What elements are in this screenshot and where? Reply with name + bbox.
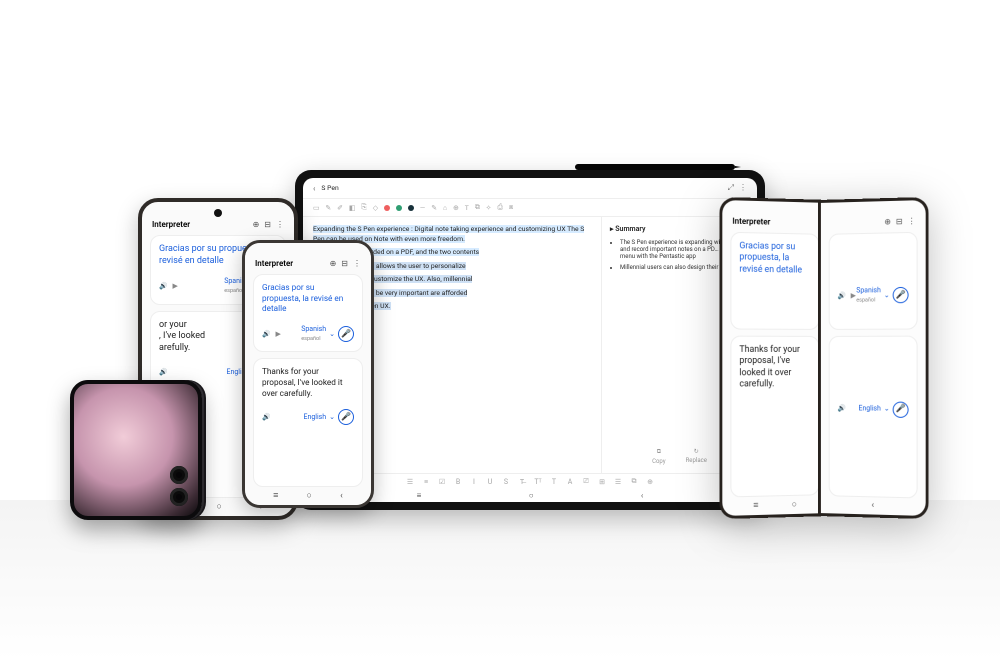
- mic-button[interactable]: 🎤: [893, 401, 909, 417]
- summary-title: Summary: [615, 225, 645, 233]
- layout-icon[interactable]: ⊟: [896, 217, 903, 226]
- source-lang-picker[interactable]: Spanish español ⌄ 🎤: [301, 325, 354, 343]
- nav-recent-icon: ≡: [417, 491, 422, 500]
- layout-icon[interactable]: ⊟: [341, 259, 348, 268]
- play-icon[interactable]: ▶: [276, 330, 281, 338]
- color-swatch-red[interactable]: [384, 205, 390, 211]
- source-text: Gracias por su propuesta, la revisé en d…: [739, 241, 810, 277]
- replace-button[interactable]: ↻ Replace: [686, 448, 707, 465]
- toolbar-icon: ⊕: [453, 204, 459, 212]
- toolbar-icon: T: [465, 204, 469, 212]
- source-card: Gracias por su propuesta, la revisé en d…: [730, 232, 819, 330]
- reflection-floor: [0, 500, 1000, 660]
- tablet-toolbar[interactable]: ▭ ✎ ✐ ◧ ⎘ ◇ — ✎ ⌂ ⊕ T ⧉ ✧ ⎙ ⧈: [303, 199, 757, 217]
- phone-navbar[interactable]: ≡ ○: [730, 495, 819, 511]
- toolbar-icon: ⧈: [509, 203, 513, 212]
- app-title: Interpreter: [152, 220, 190, 229]
- more-icon[interactable]: ⋮: [739, 183, 747, 193]
- nav-recent-icon: ≡: [273, 490, 278, 501]
- nav-back-icon: ‹: [641, 491, 643, 500]
- nav-home-icon: ○: [217, 501, 222, 512]
- target-lang-picker[interactable]: English ⌄ 🎤: [303, 409, 354, 425]
- phone-navbar[interactable]: ≡ ○ ‹: [253, 487, 363, 501]
- device-lineup: ‹ S Pen ⤢ ⋮ ▭ ✎ ✐ ◧ ⎘ ◇ — ✎ ⌂: [0, 0, 1000, 666]
- fold-phone-open: Interpreter Gracias por su propuesta, la…: [718, 200, 930, 516]
- app-title: Interpreter: [255, 259, 293, 268]
- chat-icon[interactable]: ⊕: [253, 220, 260, 229]
- pen-icon: ✎: [325, 204, 331, 212]
- highlighter-icon: ✐: [337, 204, 343, 212]
- target-text: Thanks for your proposal, I've looked it…: [262, 367, 354, 399]
- chevron-down-icon: ⌄: [884, 291, 890, 300]
- source-lang-picker[interactable]: Spanish español ⌄ 🎤: [856, 286, 908, 305]
- camera-module: [170, 466, 188, 506]
- mic-button[interactable]: 🎤: [338, 326, 354, 342]
- chevron-down-icon: ⌄: [329, 413, 335, 422]
- nav-recent-icon: ≡: [753, 500, 758, 511]
- copy-icon: ⧉: [657, 448, 661, 456]
- nav-home-icon: ○: [529, 491, 534, 500]
- more-icon[interactable]: ⋮: [276, 220, 284, 229]
- camera-lens-icon: [170, 466, 188, 484]
- color-swatch-dark[interactable]: [408, 205, 414, 211]
- speaker-icon[interactable]: 🔊: [262, 413, 270, 422]
- target-card-continuation: Thanks for your proposal, I've looked it…: [829, 336, 918, 499]
- mic-button[interactable]: 🎤: [893, 287, 909, 303]
- chevron-down-icon: ⌄: [329, 330, 335, 339]
- speaker-icon[interactable]: 🔊: [159, 282, 167, 290]
- target-text: Thanks for your proposal, I've looked it…: [739, 345, 810, 391]
- source-text: Gracias por su propuesta, la revisé en d…: [262, 283, 354, 315]
- fold-right-half: Interpreter ⊕ ⊟ ⋮ Gracias por su propues…: [818, 197, 929, 519]
- layout-icon[interactable]: ⊟: [264, 220, 271, 229]
- chevron-down-icon: ⌄: [884, 405, 890, 414]
- eraser-icon: ◧: [349, 204, 355, 212]
- copy-button[interactable]: ⧉ Copy: [652, 448, 666, 465]
- source-card: Gracias por su propuesta, la revisé en d…: [253, 274, 363, 352]
- target-card: Thanks for your proposal, I've looked it…: [253, 358, 363, 487]
- toolbar-icon: ⎙: [497, 203, 502, 212]
- toolbar-icon: ✎: [431, 204, 437, 212]
- app-title: Interpreter: [732, 217, 770, 227]
- nav-back-icon: ‹: [340, 491, 343, 501]
- phone-navbar[interactable]: ‹: [829, 496, 918, 511]
- tablet-titlebar: ‹ S Pen ⤢ ⋮: [303, 178, 757, 199]
- more-icon[interactable]: ⋮: [908, 217, 916, 226]
- target-lang-picker[interactable]: English ⌄ 🎤: [858, 401, 908, 418]
- toolbar-icon: ✧: [486, 204, 492, 212]
- speaker-icon[interactable]: 🔊: [837, 292, 845, 300]
- flip-phone-closed: [70, 380, 202, 520]
- fold-left-half: Interpreter Gracias por su propuesta, la…: [719, 197, 830, 519]
- nav-home-icon: ○: [307, 490, 312, 501]
- speaker-icon[interactable]: 🔊: [262, 330, 270, 338]
- attachment-icon: ⎘: [361, 203, 366, 212]
- tablet-doc-title: S Pen: [321, 184, 338, 192]
- speaker-icon[interactable]: 🔊: [837, 404, 845, 413]
- speaker-icon[interactable]: 🔊: [159, 368, 167, 377]
- chat-icon[interactable]: ⊕: [884, 217, 891, 226]
- target-card: Thanks for your proposal, I've looked it…: [730, 336, 819, 498]
- select-icon: ◇: [373, 204, 378, 212]
- more-icon[interactable]: ⋮: [353, 259, 361, 268]
- toolbar-icon: ▭: [313, 204, 319, 212]
- replace-icon: ↻: [694, 448, 699, 455]
- s-pen-stylus: [575, 164, 735, 170]
- play-icon[interactable]: ▶: [851, 292, 856, 300]
- nav-home-icon: ○: [792, 499, 797, 510]
- toolbar-icon: ⌂: [443, 204, 447, 212]
- play-icon[interactable]: ▶: [173, 282, 178, 290]
- source-card-continuation: Gracias por su propuesta, la revisé en d…: [829, 232, 918, 330]
- camera-lens-icon: [170, 488, 188, 506]
- chat-icon[interactable]: ⊕: [330, 259, 337, 268]
- color-swatch-green[interactable]: [396, 205, 402, 211]
- expand-icon[interactable]: ⤢: [728, 183, 734, 193]
- phone-small: Interpreter ⊕ ⊟ ⋮ Gracias por su propues…: [242, 240, 374, 508]
- mic-button[interactable]: 🎤: [338, 409, 354, 425]
- nav-back-icon: ‹: [871, 500, 874, 510]
- back-chevron-icon[interactable]: ‹: [313, 184, 315, 193]
- toolbar-icon: ⧉: [475, 203, 480, 212]
